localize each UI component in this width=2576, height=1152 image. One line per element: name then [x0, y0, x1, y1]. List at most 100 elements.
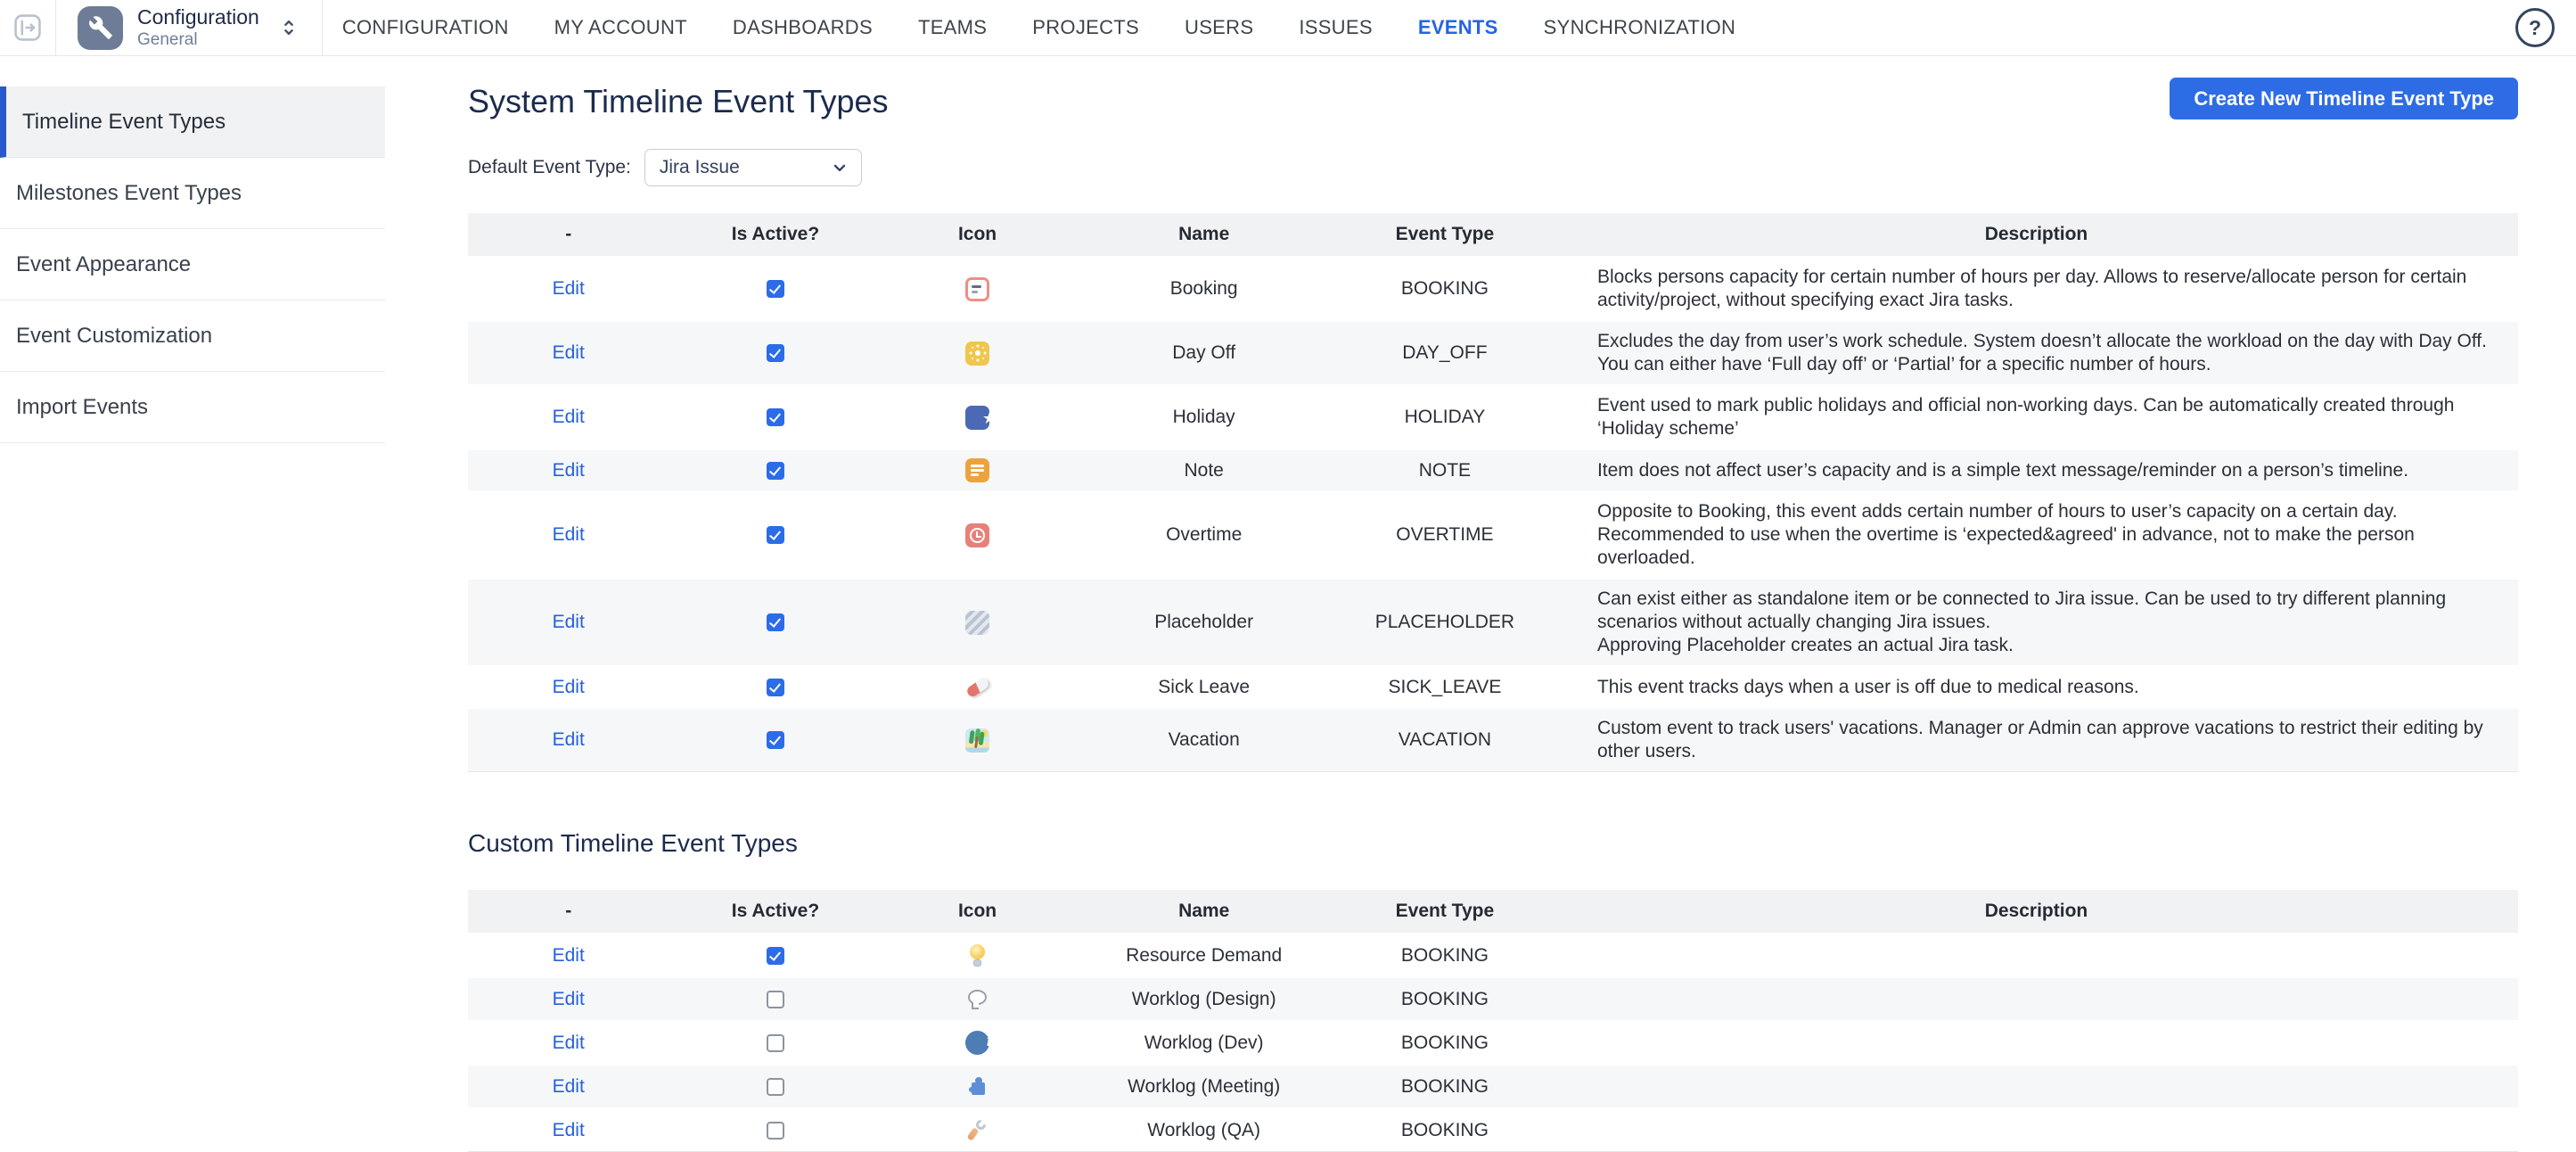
nav-synchronization[interactable]: SYNCHRONIZATION	[1544, 16, 1736, 39]
event-type: BOOKING	[1335, 1065, 1555, 1108]
create-new-timeline-event-type-button[interactable]: Create New Timeline Event Type	[2170, 78, 2518, 119]
help-icon[interactable]: ?	[2515, 8, 2555, 47]
event-name: Sick Leave	[1072, 666, 1334, 708]
table-row: Edit Worklog (Dev) BOOKING	[468, 1021, 2518, 1065]
event-type: OVERTIME	[1335, 491, 1555, 579]
edit-link[interactable]: Edit	[553, 407, 585, 427]
edit-link[interactable]: Edit	[553, 989, 585, 1009]
event-name: Worklog (Meeting)	[1072, 1065, 1334, 1108]
chevron-down-icon	[831, 159, 849, 177]
sun-icon	[965, 341, 989, 366]
event-type: PLACEHOLDER	[1335, 579, 1555, 666]
event-name: Holiday	[1072, 385, 1334, 449]
event-description: Can exist either as standalone item or b…	[1555, 579, 2518, 666]
column-header-description: Description	[1555, 890, 2518, 934]
edit-link[interactable]: Edit	[553, 945, 585, 966]
is-active-checkbox[interactable]	[767, 280, 784, 298]
default-event-type-label: Default Event Type:	[468, 157, 631, 178]
event-description	[1555, 1108, 2518, 1152]
nav-issues[interactable]: ISSUES	[1299, 16, 1373, 39]
event-type: HOLIDAY	[1335, 385, 1555, 449]
nav-users[interactable]: USERS	[1185, 16, 1253, 39]
event-name: Note	[1072, 449, 1334, 491]
is-active-checkbox[interactable]	[767, 1034, 784, 1052]
is-active-checkbox[interactable]	[767, 344, 784, 362]
event-description: This event tracks days when a user is of…	[1555, 666, 2518, 708]
default-event-type-select[interactable]: Jira Issue	[644, 149, 862, 186]
sidebar-item-event-customization[interactable]: Event Customization	[0, 300, 385, 372]
table-row: Edit Overtime OVERTIME Opposite to Booki…	[468, 491, 2518, 579]
edit-link[interactable]: Edit	[553, 612, 585, 632]
column-header-icon: Icon	[882, 890, 1073, 934]
table-row: Edit Holiday HOLIDAY Event used to mark …	[468, 385, 2518, 449]
nav-my-account[interactable]: MY ACCOUNT	[554, 16, 687, 39]
event-description	[1555, 1021, 2518, 1065]
sidebar-item-event-appearance[interactable]: Event Appearance	[0, 229, 385, 300]
table-row: Edit Note NOTE Item does not affect user…	[468, 449, 2518, 491]
event-description: Opposite to Booking, this event adds cer…	[1555, 491, 2518, 579]
table-row: Edit Booking BOOKING Blocks persons capa…	[468, 257, 2518, 321]
is-active-checkbox[interactable]	[767, 731, 784, 749]
app-titles: Configuration General	[137, 6, 259, 48]
column-header-actions: -	[468, 890, 669, 934]
nav-events[interactable]: EVENTS	[1418, 16, 1498, 39]
app-header-left: Configuration General	[0, 0, 323, 55]
nav-projects[interactable]: PROJECTS	[1032, 16, 1139, 39]
pill-icon	[965, 675, 989, 699]
is-active-checkbox[interactable]	[767, 408, 784, 426]
edit-link[interactable]: Edit	[553, 677, 585, 697]
beach-icon	[965, 728, 989, 753]
wrench-app-icon	[88, 15, 113, 40]
settings-sidebar: Timeline Event Types Milestones Event Ty…	[0, 56, 385, 1152]
wrench-icon	[965, 1118, 989, 1142]
app-switcher[interactable]: Configuration General	[78, 6, 299, 50]
event-description: Event used to mark public holidays and o…	[1555, 385, 2518, 449]
main-nav: CONFIGURATION MY ACCOUNT DASHBOARDS TEAM…	[323, 16, 1735, 39]
table-row: Edit Worklog (QA) BOOKING	[468, 1108, 2518, 1152]
app-select-chevrons-icon[interactable]	[279, 16, 299, 39]
custom-event-types-table: - Is Active? Icon Name Event Type Descri…	[468, 890, 2518, 1152]
is-active-checkbox[interactable]	[767, 613, 784, 631]
is-active-checkbox[interactable]	[767, 1122, 784, 1140]
nav-teams[interactable]: TEAMS	[918, 16, 987, 39]
column-header-event-type: Event Type	[1335, 890, 1555, 934]
sidebar-item-milestones-event-types[interactable]: Milestones Event Types	[0, 158, 385, 229]
edit-link[interactable]: Edit	[553, 460, 585, 481]
edit-link[interactable]: Edit	[553, 1120, 585, 1140]
nav-dashboards[interactable]: DASHBOARDS	[733, 16, 873, 39]
sidebar-item-import-events[interactable]: Import Events	[0, 372, 385, 443]
default-event-type-value: Jira Issue	[660, 157, 740, 178]
hatched-square-icon	[965, 611, 989, 635]
column-header-is-active: Is Active?	[669, 213, 882, 257]
event-type: BOOKING	[1335, 934, 1555, 977]
is-active-checkbox[interactable]	[767, 679, 784, 696]
event-name: Worklog (QA)	[1072, 1108, 1334, 1152]
column-header-name: Name	[1072, 213, 1334, 257]
is-active-checkbox[interactable]	[767, 462, 784, 480]
nav-configuration[interactable]: CONFIGURATION	[342, 16, 509, 39]
clock-icon	[965, 523, 989, 547]
table-row: Edit Sick Leave SICK_LEAVE This event tr…	[468, 666, 2518, 708]
lightbulb-icon	[965, 943, 989, 967]
note-lines-icon	[965, 458, 989, 482]
is-active-checkbox[interactable]	[767, 991, 784, 1008]
app-title: Configuration	[137, 6, 259, 28]
table-row: Edit Placeholder PLACEHOLDER Can exist e…	[468, 579, 2518, 666]
is-active-checkbox[interactable]	[767, 526, 784, 544]
custom-section-title: Custom Timeline Event Types	[468, 829, 2518, 858]
is-active-checkbox[interactable]	[767, 1078, 784, 1096]
event-name: Day Off	[1072, 321, 1334, 385]
expand-sidebar-button[interactable]	[0, 0, 56, 55]
edit-link[interactable]: Edit	[553, 342, 585, 363]
event-description: Item does not affect user’s capacity and…	[1555, 449, 2518, 491]
edit-link[interactable]: Edit	[553, 1076, 585, 1097]
event-type: BOOKING	[1335, 257, 1555, 321]
edit-link[interactable]: Edit	[553, 278, 585, 299]
edit-link[interactable]: Edit	[553, 1033, 585, 1053]
sidebar-item-timeline-event-types[interactable]: Timeline Event Types	[0, 86, 385, 158]
event-name: Worklog (Design)	[1072, 977, 1334, 1021]
is-active-checkbox[interactable]	[767, 947, 784, 965]
edit-link[interactable]: Edit	[553, 729, 585, 750]
column-header-actions: -	[468, 213, 669, 257]
edit-link[interactable]: Edit	[553, 524, 585, 545]
